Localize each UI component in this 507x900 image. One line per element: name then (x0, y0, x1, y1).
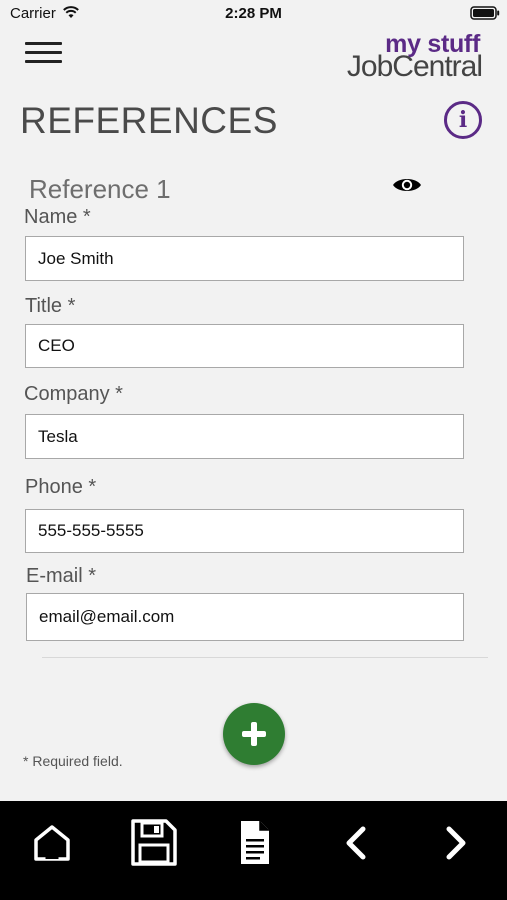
info-icon: i (458, 107, 468, 133)
divider (42, 657, 488, 658)
logo-wordmark: JobCentral (346, 50, 483, 83)
hamburger-line (25, 51, 62, 54)
next-button[interactable] (432, 818, 480, 868)
bottom-toolbar (0, 801, 507, 900)
eye-icon[interactable] (391, 175, 423, 195)
email-label: E-mail * (26, 565, 97, 587)
save-button[interactable] (130, 818, 178, 868)
chevron-right-icon (446, 826, 466, 860)
document-icon (241, 821, 269, 864)
hamburger-menu-button[interactable] (22, 40, 66, 66)
previous-button[interactable] (332, 818, 380, 868)
page-title: REFERENCES (20, 100, 278, 141)
home-icon (34, 825, 70, 861)
hamburger-line (25, 60, 62, 63)
info-button[interactable]: i (444, 101, 482, 139)
title-label: Title * (25, 295, 76, 317)
phone-field[interactable] (25, 509, 464, 553)
required-field-note: * Required field. (23, 753, 123, 769)
phone-label: Phone * (25, 476, 97, 498)
home-button[interactable] (28, 818, 76, 868)
plus-icon (242, 722, 266, 746)
company-label: Company * (24, 383, 123, 405)
chevron-left-icon (346, 826, 366, 860)
battery-icon (470, 6, 500, 20)
document-button[interactable] (232, 818, 280, 868)
status-time: 2:28 PM (225, 5, 282, 22)
jobcentral-logo: my stuff JobCentral (330, 30, 486, 86)
save-icon (131, 819, 177, 866)
title-field[interactable] (25, 324, 464, 368)
email-field[interactable] (26, 593, 464, 641)
name-label: Name * (24, 206, 91, 228)
company-field[interactable] (25, 414, 464, 459)
add-reference-button[interactable] (223, 703, 285, 765)
name-field[interactable] (25, 236, 464, 281)
reference-heading: Reference 1 (29, 174, 171, 204)
hamburger-menu-icon (25, 42, 62, 45)
